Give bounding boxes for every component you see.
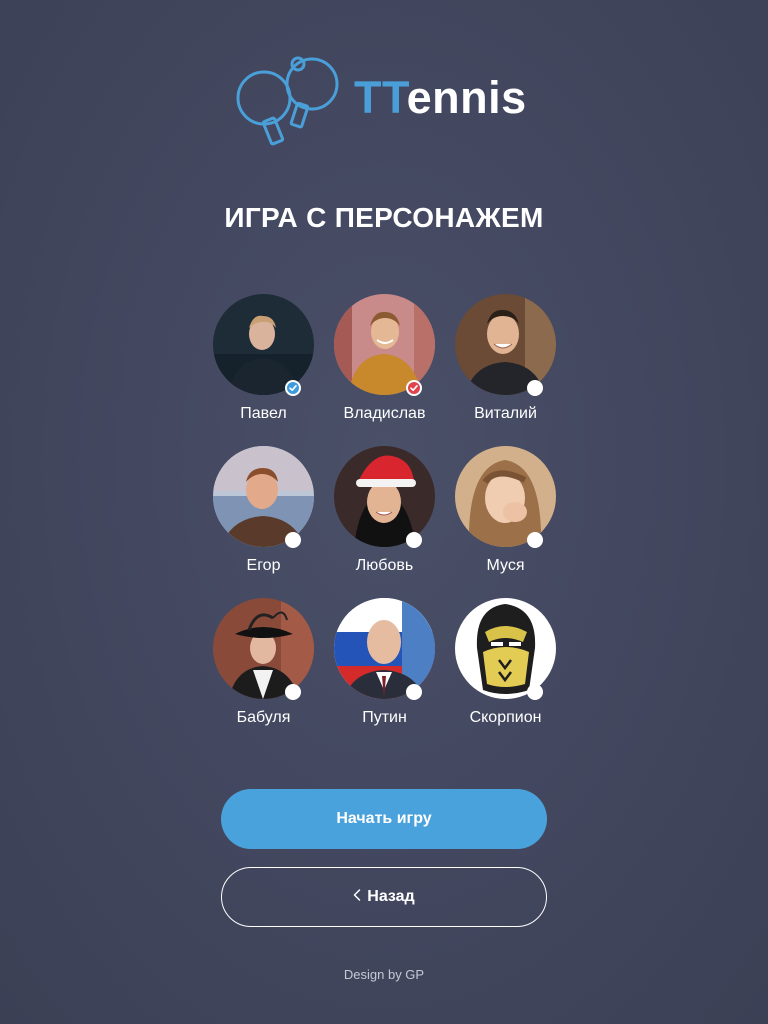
character-card[interactable]: Егор (203, 446, 324, 586)
character-name: Егор (246, 557, 281, 574)
character-card[interactable]: Любовь (324, 446, 445, 586)
character-name: Бабуля (236, 709, 291, 726)
unselected-radio-icon (285, 684, 301, 700)
selected-check-icon (285, 380, 301, 396)
character-card[interactable]: Муся (445, 446, 566, 586)
avatar (213, 294, 314, 395)
selected-check-icon (406, 380, 422, 396)
character-card[interactable]: Владислав (324, 294, 445, 434)
character-name: Любовь (355, 557, 414, 574)
avatar (334, 294, 435, 395)
character-name: Павел (240, 405, 287, 422)
brand-name-rest: ennis (406, 72, 527, 123)
character-card[interactable]: Павел (203, 294, 324, 434)
unselected-radio-icon (406, 532, 422, 548)
footer-credit: Design by GP (343, 967, 425, 982)
unselected-radio-icon (406, 684, 422, 700)
avatar (213, 446, 314, 547)
start-game-button[interactable]: Начать игру (221, 789, 547, 849)
avatar (455, 294, 556, 395)
character-name: Скорпион (469, 709, 542, 726)
avatar (455, 598, 556, 699)
character-name: Владислав (343, 405, 426, 422)
unselected-radio-icon (527, 684, 543, 700)
page-title: ИГРА С ПЕРСОНАЖЕМ (224, 202, 544, 233)
character-card[interactable]: Бабуля (203, 598, 324, 738)
back-button-label: Назад (367, 888, 415, 905)
character-card[interactable]: Виталий (445, 294, 566, 434)
character-card[interactable]: Скорпион (445, 598, 566, 738)
character-name: Муся (486, 557, 525, 574)
brand-name: TTennis (354, 73, 527, 123)
ping-pong-paddles-icon (236, 56, 339, 146)
back-button[interactable]: Назад (221, 867, 547, 927)
character-name: Путин (362, 709, 407, 726)
unselected-radio-icon (527, 532, 543, 548)
brand-name-accent: TT (354, 72, 407, 123)
avatar (334, 598, 435, 699)
avatar (455, 446, 556, 547)
unselected-radio-icon (285, 532, 301, 548)
avatar (213, 598, 314, 699)
character-card[interactable]: Путин (324, 598, 445, 738)
avatar (334, 446, 435, 547)
unselected-radio-icon (527, 380, 543, 396)
chevron-left-icon (354, 889, 361, 902)
app-logo: TTennis (234, 56, 534, 148)
character-name: Виталий (474, 405, 537, 422)
